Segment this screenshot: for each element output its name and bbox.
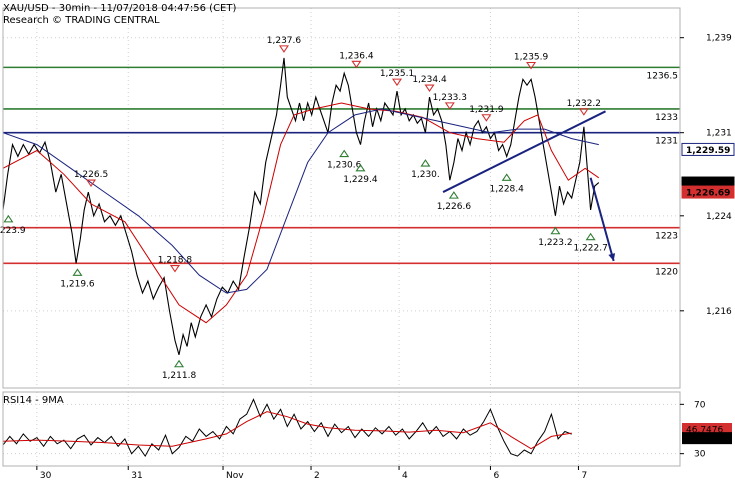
swing-low-label: 1,211.8 xyxy=(162,371,197,381)
swing-low-label: 1,228.4 xyxy=(490,184,525,194)
swing-low-label: 1,230. xyxy=(411,170,440,180)
rsi-tick-label: 70 xyxy=(694,400,706,410)
time-tick-label: 2 xyxy=(314,471,320,480)
swing-high-label: 1,232.2 xyxy=(567,99,601,109)
time-tick-label: Nov xyxy=(226,471,244,480)
price-tick-label: 1,239 xyxy=(706,34,732,44)
chart-background xyxy=(0,0,735,480)
rsi-tick-label: 30 xyxy=(694,450,706,460)
level-label: 1231 xyxy=(655,137,678,147)
price-tag-label: 1,226.69 xyxy=(686,189,730,199)
chart-source: Research © TRADING CENTRAL xyxy=(3,15,160,26)
time-tick-label: 7 xyxy=(581,471,587,480)
swing-high-label: 1,218.8 xyxy=(158,256,193,266)
price-chart: 1236.5 1233 1231 1223 1220 1,223.9 1,219.6 1,2… xyxy=(0,0,735,480)
time-tick-label: 30 xyxy=(40,471,52,480)
level-label: 1223 xyxy=(655,232,678,242)
rsi-title: RSI14 - 9MA xyxy=(3,395,64,406)
level-label: 1233 xyxy=(655,113,678,123)
swing-low-label: 1,223.9 xyxy=(0,226,26,236)
swing-high-label: 1,234.4 xyxy=(412,75,447,85)
swing-low-label: 1,222.7 xyxy=(573,244,607,254)
swing-low-label: 1,226.6 xyxy=(437,202,472,212)
level-label: 1220 xyxy=(655,267,678,277)
swing-low-label: 1,223.2 xyxy=(538,238,572,248)
swing-high-label: 1,226.5 xyxy=(74,170,108,180)
swing-high-label: 1,233.3 xyxy=(433,93,467,103)
time-tick-label: 4 xyxy=(402,471,408,480)
swing-high-label: 1,237.6 xyxy=(267,36,302,46)
swing-low-label: 1,219.6 xyxy=(60,279,95,289)
swing-low-label: 1,229.4 xyxy=(343,175,378,185)
price-tick-label: 1,216 xyxy=(706,307,732,317)
chart-title: XAU/USD - 30min - 11/07/2018 04:47:56 (C… xyxy=(3,3,236,14)
price-tag-label: 1,229.59 xyxy=(686,146,730,156)
time-tick-label: 6 xyxy=(493,471,499,480)
swing-high-label: 1,231.9 xyxy=(469,105,504,115)
swing-low-label: 1,230.6 xyxy=(327,161,362,171)
swing-high-label: 1,235.9 xyxy=(514,53,549,63)
time-tick-label: 31 xyxy=(131,471,142,480)
price-tick-label: 1,224 xyxy=(706,212,732,222)
swing-high-label: 1,236.4 xyxy=(339,51,374,61)
rsi-tag-label: 45.832 xyxy=(686,435,718,445)
price-tick-label: 1,231 xyxy=(706,129,732,139)
swing-high-label: 1,235.1 xyxy=(380,69,414,79)
level-label: 1236.5 xyxy=(647,71,679,81)
